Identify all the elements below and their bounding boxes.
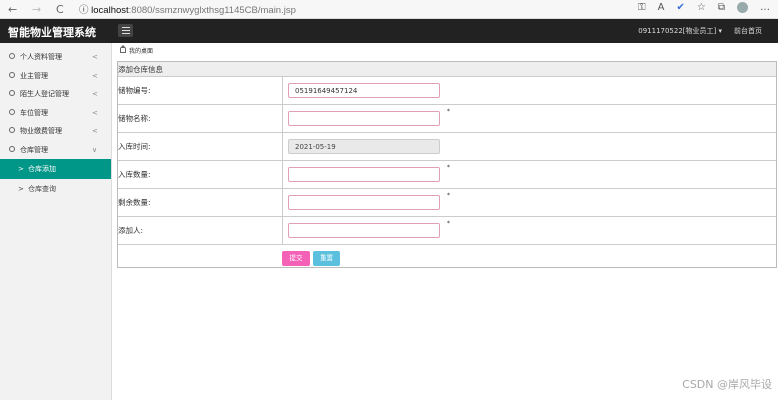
user-icon [9,53,15,59]
added-by-field[interactable] [288,223,440,238]
remaining-quantity-field[interactable] [288,195,440,210]
form-row-item-name: 储物名称: * [118,105,776,133]
required-marker: * [447,192,450,199]
sidebar-subitem-label: 仓库查询 [28,185,56,193]
form-row-added-by: 添加人: * [118,217,776,245]
form-row-stock-in-quantity: 入库数量: * [118,161,776,189]
reset-button[interactable]: 重置 [313,251,340,266]
user-icon [9,145,15,152]
field-label: 添加人: [118,217,283,244]
sidebar-subitem-warehouse-query[interactable]: > 仓库查询 [0,179,111,199]
form-row-stock-in-time: 入库时间: 2021-05-19 [118,133,776,161]
browser-toolbar: ← → C ⓘ localhost:8080/ssmznwyglxthsg114… [0,0,778,19]
required-marker: * [447,220,450,227]
warehouse-form: 添加仓库信息 储物编号: 05191649457124 储物名称: * 入库时间… [117,61,777,268]
chevron-left-icon: < [92,71,98,80]
url-path: :8080/ssmznwyglxthsg1145CB/main.jsp [128,5,296,16]
sidebar-item-label: 仓库管理 [20,145,48,154]
chevron-left-icon: < [92,90,98,99]
favorites-icon[interactable]: ☆ [697,2,706,13]
stock-in-quantity-field[interactable] [288,167,440,182]
back-icon[interactable]: ← [8,3,17,16]
app-title: 智能物业管理系统 [8,27,96,39]
form-row-remaining-quantity: 剩余数量: * [118,189,776,217]
item-name-field[interactable] [288,111,440,126]
breadcrumb: 我的桌面 [120,45,153,55]
submit-button[interactable]: 提交 [282,251,310,266]
form-actions: 提交 重置 [118,245,776,271]
chevron-right-icon: > [18,165,24,173]
sidebar-item-label: 物业缴费管理 [20,127,62,136]
chevron-left-icon: < [92,127,98,136]
address-bar[interactable]: ⓘ localhost:8080/ssmznwyglxthsg1145CB/ma… [79,2,296,16]
required-marker: * [447,108,450,115]
chevron-left-icon: < [92,108,98,117]
sidebar-item-label: 车位管理 [20,108,48,117]
site-info-icon[interactable]: ⓘ [79,5,89,16]
sidebar-item-label: 业主管理 [20,71,48,80]
required-marker: * [447,164,450,171]
sidebar-subitem-warehouse-add[interactable]: > 仓库添加 [0,159,111,179]
url-host: localhost [91,5,129,16]
form-title: 添加仓库信息 [118,62,776,77]
chevron-down-icon: ∨ [92,145,98,154]
sidebar-item-fees[interactable]: 物业缴费管理 < [0,122,111,141]
field-label: 储物编号: [118,77,283,104]
home-icon [120,45,126,53]
more-icon[interactable]: … [760,2,770,13]
sidebar-item-label: 个人资料管理 [20,53,62,62]
field-label: 储物名称: [118,105,283,132]
user-icon [9,71,15,78]
field-label: 入库时间: [118,133,283,160]
chevron-left-icon: < [92,53,98,62]
form-row-item-number: 储物编号: 05191649457124 [118,77,776,105]
sidebar-item-owners[interactable]: 业主管理 < [0,67,111,86]
chevron-right-icon: > [18,185,24,193]
sidebar-subitem-label: 仓库添加 [28,165,56,173]
sidebar-item-parking[interactable]: 车位管理 < [0,104,111,123]
user-icon [9,90,15,96]
user-icon [9,108,15,115]
read-aloud-icon[interactable]: A [658,2,665,13]
breadcrumb-desktop[interactable]: 我的桌面 [129,46,153,55]
frontpage-link[interactable]: 前台首页 [734,26,762,36]
field-label: 剩余数量: [118,189,283,216]
stock-in-time-field[interactable]: 2021-05-19 [288,139,440,154]
sidebar-item-visitors[interactable]: 陌生人登记管理 < [0,85,111,104]
user-menu[interactable]: 0911170522[物业员工] ▾ [638,26,722,36]
field-label: 入库数量: [118,161,283,188]
watermark: CSDN @岸风毕设 [682,378,772,391]
sidebar: 个人资料管理 < 业主管理 < 陌生人登记管理 < 车位管理 < 物业缴费管理 … [0,43,112,400]
item-number-field[interactable]: 05191649457124 [288,83,440,98]
app-header: 智能物业管理系统 0911170522[物业员工] ▾ 前台首页 [0,19,778,43]
collections-icon[interactable]: ⧉ [718,2,725,13]
sidebar-item-warehouse[interactable]: 仓库管理 ∨ [0,141,111,160]
user-icon [9,127,15,133]
key-icon[interactable]: ⚿ [638,2,646,13]
sidebar-item-profile[interactable]: 个人资料管理 < [0,48,111,67]
forward-icon[interactable]: → [32,3,41,16]
sidebar-item-label: 陌生人登记管理 [20,90,69,99]
menu-toggle-icon[interactable] [118,24,133,37]
profile-avatar[interactable] [737,2,748,13]
extension-icon[interactable]: ✔ [677,2,685,13]
reload-icon[interactable]: C [56,3,64,16]
